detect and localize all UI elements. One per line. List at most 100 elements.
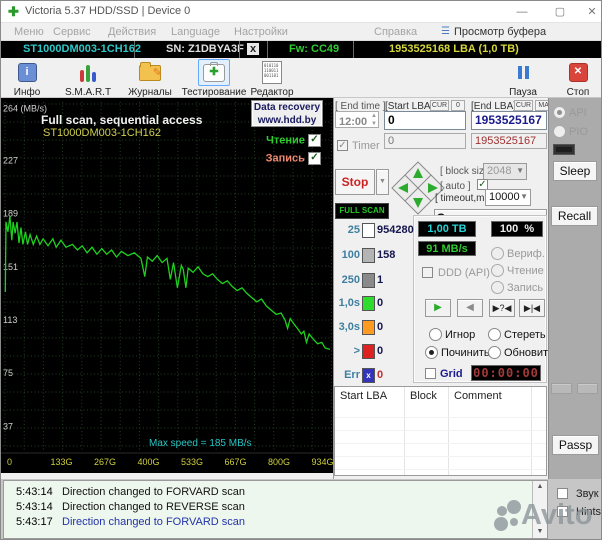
victoria-window: ✚ Victoria 5.37 HDD/SSD | Device 0 — ▢ ✕… (0, 0, 602, 540)
col-start-lba[interactable]: Start LBA (340, 390, 387, 402)
recall-button[interactable]: Recall (551, 206, 598, 226)
legend-read: Чтение ✓ (231, 134, 321, 147)
end-lba-cur-button[interactable]: CUR (514, 100, 533, 111)
action-radio-refresh[interactable]: Обновить (488, 344, 554, 362)
play-button[interactable]: ▶ (425, 299, 451, 317)
back-button[interactable]: ◀ (457, 299, 483, 317)
svg-text:113: 113 (3, 315, 17, 325)
testing-kit-icon: ✚ (203, 61, 225, 82)
bucket-label: 1,0s (338, 297, 360, 309)
bucket-count: 158 (377, 249, 396, 261)
close-button[interactable]: ✕ (581, 3, 601, 21)
bucket-row: 1,0s 0 (335, 295, 425, 311)
block-size-combo[interactable]: 2048 ▼ (483, 163, 527, 180)
mode-radio-write[interactable]: Запись (491, 279, 543, 297)
passport-button[interactable]: Passp (552, 435, 599, 455)
side-strip (548, 98, 601, 479)
action-radio-repair[interactable]: Починить (425, 344, 490, 362)
mode-radio-verify[interactable]: Вериф. (491, 245, 545, 263)
pause-button[interactable]: Пауза (501, 59, 545, 98)
api-radio[interactable]: API (553, 104, 587, 122)
minimize-button[interactable]: — (511, 3, 533, 21)
action-radio-erase[interactable]: Стереть (488, 326, 546, 344)
pio-radio[interactable]: PIO (553, 123, 588, 141)
grid-checkbox[interactable] (425, 368, 436, 379)
bucket-row: Err x 0 (335, 367, 425, 383)
col-block[interactable]: Block (410, 390, 437, 402)
seek-end-button[interactable]: ▶|◀ (519, 299, 545, 317)
timeout-combo[interactable]: 10000 ▼ (485, 189, 531, 206)
end-lba-input[interactable]: 1953525167 (471, 111, 547, 130)
mode-radio-read[interactable]: Чтение (491, 262, 544, 280)
smart-button[interactable]: S.M.A.R.T (61, 59, 115, 98)
log-entry[interactable]: Direction changed to FORVARD scan (62, 516, 245, 528)
window-title: Victoria 5.37 HDD/SSD | Device 0 (25, 5, 191, 17)
drive-info-bar: ST1000DM003-1CH162 SN: Z1DBYA3F x Fw: CC… (1, 41, 601, 58)
log-entry[interactable]: Direction changed to FORVARD scan (62, 486, 245, 498)
info-icon: i (17, 63, 37, 82)
log-entry[interactable]: Direction changed to REVERSE scan (62, 501, 245, 513)
drive-capacity: 1953525168 LBA (1,0 ТВ) (389, 43, 519, 55)
seek-error-button[interactable]: ▶?◀ (489, 299, 515, 317)
disabled-button-2 (577, 383, 598, 394)
svg-text:0: 0 (7, 457, 12, 467)
testing-button[interactable]: ✚ Тестирование (181, 59, 247, 98)
bucket-row: >0 (335, 343, 425, 359)
menu-item-language[interactable]: Language (171, 26, 220, 38)
bucket-label: 100 (341, 249, 360, 261)
menu-item-service[interactable]: Сервис (53, 26, 91, 38)
action-radio-ignore[interactable]: Игнор (429, 326, 475, 344)
menu-item-actions[interactable]: Действия (108, 26, 156, 38)
log-panel[interactable]: 5:43:14 Direction changed to FORVARD sca… (3, 480, 548, 539)
pause-icon (517, 66, 529, 79)
journals-button[interactable]: ✎ Журналы (123, 59, 177, 98)
svg-text:800G: 800G (268, 457, 290, 467)
stop-icon: ✕ (568, 63, 588, 82)
bucket-color-box: x (362, 367, 375, 383)
bucket-color-box (362, 343, 375, 359)
start-lba-cur-button[interactable]: CUR (430, 100, 449, 111)
bucket-label: 3,0s (338, 321, 360, 333)
scan-stop-button[interactable]: Stop (335, 169, 375, 195)
scan-stop-dropdown[interactable]: ▼ (376, 169, 389, 195)
bucket-color-box (362, 319, 375, 335)
log-time: 5:43:17 (16, 516, 53, 528)
read-checkbox[interactable]: ✓ (308, 134, 321, 147)
svg-text:934G: 934G (312, 457, 334, 467)
maximize-button[interactable]: ▢ (549, 3, 571, 21)
bucket-count: 1 (377, 274, 384, 286)
end-lba-current: 1953525167 (471, 133, 547, 149)
log-time: 5:43:14 (16, 501, 53, 513)
end-time-spinner[interactable]: 12:00 ▲ ▼ (335, 111, 379, 128)
full-scan-button[interactable]: FULL SCAN (335, 203, 389, 219)
bucket-row: 3,0s 0 (335, 319, 425, 335)
timer-checkbox[interactable]: ✓ (337, 140, 348, 151)
editor-button[interactable]: 010110 110011 001101 Редактор (247, 59, 297, 98)
menu-item-help[interactable]: Справка (374, 26, 417, 38)
sleep-button[interactable]: Sleep (553, 161, 597, 181)
bucket-count: 0 (377, 321, 384, 333)
legend-write: Запись ✓ (231, 152, 321, 165)
start-lba-input[interactable]: 0 (384, 111, 466, 130)
smart-icon (80, 64, 96, 82)
svg-text:Max speed = 185 MB/s: Max speed = 185 MB/s (149, 438, 252, 449)
start-lba-zero-button[interactable]: 0 (451, 100, 465, 111)
svg-text:267G: 267G (94, 457, 116, 467)
bucket-count: 0 (377, 369, 384, 381)
info-button[interactable]: i Инфо (5, 59, 49, 98)
stop-button[interactable]: ✕ Стоп (557, 59, 599, 98)
speed-display: 91 MB/s (418, 241, 476, 256)
percent-display: 100 % (491, 221, 543, 237)
x-badge[interactable]: x (247, 43, 259, 55)
write-checkbox[interactable]: ✓ (308, 152, 321, 165)
col-comment[interactable]: Comment (454, 390, 502, 402)
menu-item-menu[interactable]: Меню (14, 26, 44, 38)
bucket-label: 250 (341, 274, 360, 286)
menu-item-settings[interactable]: Настройки (234, 26, 288, 38)
ddd-label: DDD (API) (438, 267, 490, 279)
buffer-view-button[interactable]: Просмотр буфера (454, 26, 546, 38)
defect-table[interactable]: Start LBA Block Comment (334, 386, 547, 476)
scroll-up-icon[interactable]: ▲ (533, 482, 547, 492)
app-icon: ✚ (8, 4, 19, 19)
bucket-row: 250 1 (335, 272, 425, 288)
